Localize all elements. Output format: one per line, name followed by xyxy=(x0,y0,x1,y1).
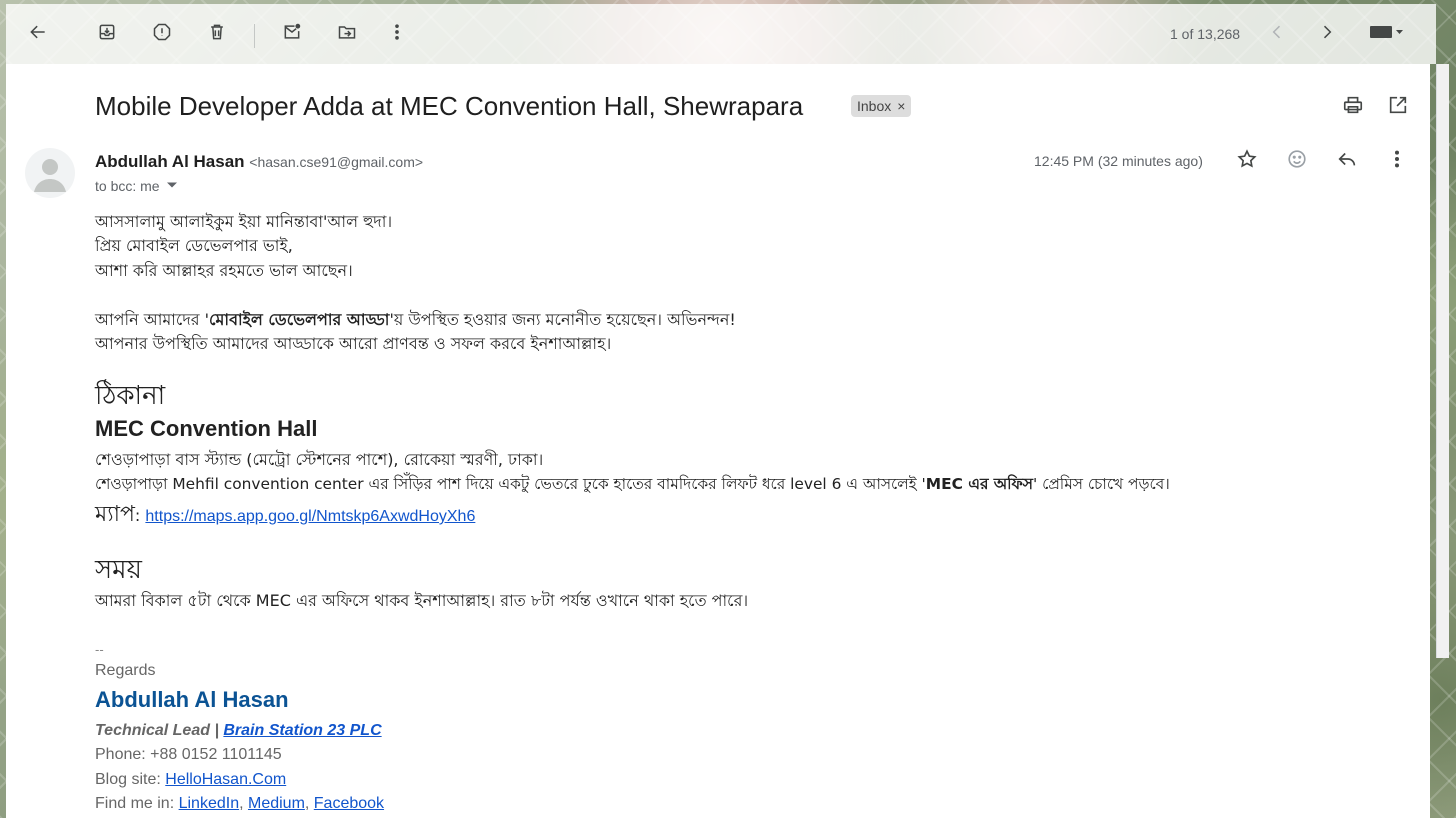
directions-line: শেওড়াপাড়া Mehfil convention center এর … xyxy=(95,475,1170,493)
wellwish-line: আশা করি আল্লাহর রহমতে ভাল আছেন। xyxy=(95,261,353,280)
mark-unread-button[interactable] xyxy=(274,16,310,52)
remove-label-icon[interactable]: × xyxy=(897,98,905,114)
sender-email: <hasan.cse91@gmail.com> xyxy=(249,154,424,170)
report-icon xyxy=(152,22,172,47)
map-link[interactable]: https://maps.app.goo.gl/Nmtskp6AxwdHoyXh… xyxy=(145,508,475,525)
emoji-icon xyxy=(1286,148,1308,175)
medium-link[interactable]: Medium xyxy=(248,795,305,812)
newer-button[interactable] xyxy=(1259,16,1295,52)
archive-icon xyxy=(97,22,117,47)
sender-avatar xyxy=(25,148,75,198)
back-button[interactable] xyxy=(20,16,56,52)
blog-line: Blog site: HelloHasan.Com xyxy=(95,771,287,788)
reply-button[interactable] xyxy=(1330,144,1364,178)
address-heading: ঠিকানা xyxy=(95,381,166,411)
signature-role: Technical Lead | Brain Station 23 PLC xyxy=(95,722,382,739)
add-reaction-button[interactable] xyxy=(1280,144,1314,178)
label-text: Inbox xyxy=(857,98,892,114)
sender-line: Abdullah Al Hasan <hasan.cse91@gmail.com… xyxy=(95,152,423,172)
signature-phone: Phone: +88 0152 1101145 xyxy=(95,746,282,763)
recipients-text: to bcc: me xyxy=(95,178,160,194)
inbox-label-chip[interactable]: Inbox × xyxy=(851,95,912,117)
email-timestamp: 12:45 PM (32 minutes ago) xyxy=(1034,153,1203,169)
event-name: মোবাইল ডেভেলপার আড্ডা xyxy=(209,310,390,329)
chevron-right-icon xyxy=(1317,22,1337,47)
open-in-new-icon xyxy=(1387,94,1409,121)
social-line: Find me in: LinkedIn, Medium, Facebook xyxy=(95,795,385,812)
blog-link[interactable]: HelloHasan.Com xyxy=(165,771,286,788)
move-to-button[interactable] xyxy=(329,16,365,52)
input-tools-button[interactable] xyxy=(1362,16,1410,52)
invite-line: আপনি আমাদের 'মোবাইল ডেভেলপার আড্ডা'য় উপ… xyxy=(95,310,736,329)
regards-text: Regards xyxy=(95,662,156,679)
archive-button[interactable] xyxy=(89,16,125,52)
venue-name: MEC Convention Hall xyxy=(95,416,318,441)
salutation-line: প্রিয় মোবাইল ডেভেলপার ভাই, xyxy=(95,236,293,255)
print-icon xyxy=(1342,94,1364,121)
signature-dashes: -- xyxy=(95,642,104,657)
more-options-button[interactable] xyxy=(379,16,415,52)
folder-move-icon xyxy=(337,22,357,47)
email-view: Mobile Developer Adda at MEC Convention … xyxy=(6,64,1430,818)
toolbar-divider xyxy=(254,24,255,48)
signature-name: Abdullah Al Hasan xyxy=(95,687,289,712)
more-vert-icon xyxy=(387,22,407,47)
invite-line-2: আপনার উপস্থিতি আমাদের আড্ডাকে আরো প্রাণব… xyxy=(95,334,612,353)
office-name: MEC এর অফিস xyxy=(925,475,1033,493)
person-icon xyxy=(34,159,66,192)
star-icon xyxy=(1236,148,1258,175)
delete-button[interactable] xyxy=(199,16,235,52)
company-link[interactable]: Brain Station 23 PLC xyxy=(223,722,381,739)
print-all-button[interactable] xyxy=(1336,90,1370,124)
time-heading: সময় xyxy=(95,555,142,585)
keyboard-icon xyxy=(1366,22,1406,47)
map-label: ম্যাপ xyxy=(95,502,135,527)
mail-unread-icon xyxy=(282,22,302,47)
recipients-toggle[interactable]: to bcc: me xyxy=(95,178,178,194)
chevron-left-icon xyxy=(1267,22,1287,47)
scrollbar[interactable] xyxy=(1436,64,1449,658)
address-line: শেওড়াপাড়া বাস স্ট্যান্ড (মেট্রো স্টেশন… xyxy=(95,450,544,469)
map-line: ম্যাপ: https://maps.app.goo.gl/Nmtskp6Ax… xyxy=(95,502,476,527)
sender-name[interactable]: Abdullah Al Hasan xyxy=(95,152,245,171)
greeting-line: আসসালামু আলাইকুম ইয়া মানিন্তাবা'আল হুদা… xyxy=(95,212,393,231)
message-more-button[interactable] xyxy=(1380,144,1414,178)
facebook-link[interactable]: Facebook xyxy=(314,795,384,812)
report-spam-button[interactable] xyxy=(144,16,180,52)
arrow-left-icon xyxy=(28,22,48,47)
trash-icon xyxy=(207,22,227,47)
email-subject: Mobile Developer Adda at MEC Convention … xyxy=(95,91,804,121)
open-new-window-button[interactable] xyxy=(1381,90,1415,124)
older-button[interactable] xyxy=(1309,16,1345,52)
reply-icon xyxy=(1336,148,1358,175)
star-button[interactable] xyxy=(1230,144,1264,178)
more-vert-icon xyxy=(1386,148,1408,175)
linkedin-link[interactable]: LinkedIn xyxy=(179,795,240,812)
pagination-count: 1 of 13,268 xyxy=(1170,26,1241,42)
time-details: আমরা বিকাল ৫টা থেকে MEC এর অফিসে থাকব ইন… xyxy=(95,591,749,610)
email-toolbar: 1 of 13,268 xyxy=(6,4,1436,64)
caret-down-icon xyxy=(166,178,178,194)
